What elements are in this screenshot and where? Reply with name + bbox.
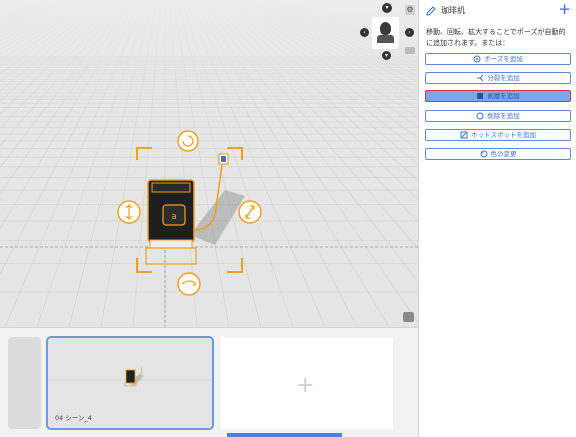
character-preview[interactable] <box>372 17 399 49</box>
list-icon[interactable] <box>403 312 414 322</box>
pose-icon <box>473 55 481 63</box>
view-prev-icon[interactable]: ‹ <box>360 28 369 37</box>
view-next-icon[interactable]: › <box>405 28 414 37</box>
floor-grid: a <box>0 0 418 327</box>
svg-text:a: a <box>171 212 177 222</box>
screen-icon[interactable] <box>405 47 415 54</box>
edit-icon[interactable] <box>425 5 437 17</box>
add-scene-icon[interactable]: + <box>296 375 314 397</box>
scene-thumbnail-selected[interactable]: 04 シーン_4 <box>46 336 214 430</box>
scene-label: 04 シーン_4 <box>55 414 92 422</box>
palette-icon <box>480 150 487 158</box>
scale-handle <box>238 200 262 224</box>
panel-header: 珈琲机 + <box>425 1 571 18</box>
add-layer-button[interactable]: 剥層を追加 <box>425 90 571 102</box>
camera-controls: ▾ ⚙ ‹ › ▾ <box>360 3 418 63</box>
3d-viewport[interactable]: a ▾ ⚙ ‹ › ▾ <box>0 0 418 327</box>
scene-thumbnail-previous[interactable] <box>8 337 41 429</box>
remove-icon <box>476 112 484 120</box>
add-icon[interactable]: + <box>558 1 571 17</box>
settings-icon[interactable]: ⚙ <box>405 5 415 15</box>
view-down-icon[interactable]: ▾ <box>382 51 391 60</box>
add-remove-button[interactable]: 削除を追加 <box>425 110 571 122</box>
collapse-icon[interactable]: ▾ <box>382 3 392 13</box>
scene-filmstrip: 04 シーン_4 + <box>0 327 418 437</box>
object-title: 珈琲机 <box>441 6 465 15</box>
rotate-handle <box>177 130 199 152</box>
layer-icon <box>477 93 484 99</box>
split-icon <box>477 74 484 82</box>
head-bust-icon <box>380 22 391 35</box>
change-color-button[interactable]: 色の変更 <box>425 148 571 160</box>
new-scene-slot[interactable]: + <box>221 337 393 429</box>
panel-description: 移動、回転、拡大することでポーズが自動的に追加されます。または： <box>426 28 566 47</box>
move-vertical-handle <box>117 200 141 224</box>
rotate-horizontal-handle <box>177 272 201 296</box>
add-hotspot-button[interactable]: ホットスポットを追加 <box>425 129 571 141</box>
hotspot-icon <box>460 131 468 139</box>
add-split-button[interactable]: 分裂を追加 <box>425 72 571 84</box>
bottom-action-bar[interactable] <box>227 433 342 437</box>
properties-panel: 珈琲机 + 移動、回転、拡大することでポーズが自動的に追加されます。または： ポ… <box>418 0 576 437</box>
add-pose-button[interactable]: ポーズを追加 <box>425 53 571 65</box>
